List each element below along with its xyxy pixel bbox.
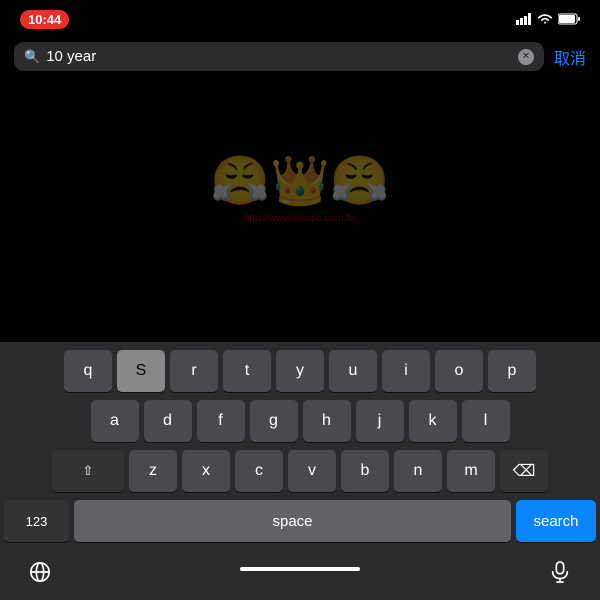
clear-button[interactable]: ✕: [518, 49, 534, 65]
key-n[interactable]: n: [394, 450, 442, 492]
space-key[interactable]: space: [74, 500, 511, 542]
key-z[interactable]: z: [129, 450, 177, 492]
key-o[interactable]: o: [435, 350, 483, 392]
battery-icon: [558, 13, 580, 25]
status-icons: [516, 13, 580, 25]
keyboard-row-4: 123 space search: [4, 500, 596, 542]
search-icon: 🔍: [24, 49, 40, 65]
num-key[interactable]: 123: [4, 500, 69, 542]
search-input-container[interactable]: 🔍 10 year ✕: [14, 42, 544, 71]
key-q[interactable]: q: [64, 350, 112, 392]
key-f[interactable]: f: [197, 400, 245, 442]
keyboard-row-1: q S r t y u i o p: [4, 350, 596, 392]
status-time: 10:44: [20, 10, 69, 29]
globe-key[interactable]: [20, 554, 60, 590]
key-k[interactable]: k: [409, 400, 457, 442]
key-c[interactable]: c: [235, 450, 283, 492]
delete-key[interactable]: ⌫: [500, 450, 548, 492]
keyboard-bottom-row: [4, 550, 596, 600]
key-m[interactable]: m: [447, 450, 495, 492]
key-d[interactable]: d: [144, 400, 192, 442]
key-t[interactable]: t: [223, 350, 271, 392]
watermark-url: http://www.losapc.com.tw: [210, 213, 389, 224]
wifi-icon: [537, 13, 553, 25]
key-i[interactable]: i: [382, 350, 430, 392]
key-a[interactable]: a: [91, 400, 139, 442]
key-s[interactable]: S: [117, 350, 165, 392]
content-area: 😤👑😤 http://www.losapc.com.tw: [0, 77, 600, 299]
mic-key[interactable]: [540, 554, 580, 590]
home-indicator: [240, 567, 360, 571]
key-g[interactable]: g: [250, 400, 298, 442]
status-bar: 10:44: [0, 0, 600, 36]
search-bar-row: 🔍 10 year ✕ 取消: [0, 36, 600, 77]
key-p[interactable]: p: [488, 350, 536, 392]
key-r[interactable]: r: [170, 350, 218, 392]
key-y[interactable]: y: [276, 350, 324, 392]
shift-key[interactable]: ⇧: [52, 450, 124, 492]
keyboard-row-2: a d f g h j k l: [4, 400, 596, 442]
key-h[interactable]: h: [303, 400, 351, 442]
search-key[interactable]: search: [516, 500, 596, 542]
keyboard: q S r t y u i o p a d f g h j k l ⇧ z x …: [0, 342, 600, 600]
key-v[interactable]: v: [288, 450, 336, 492]
globe-icon: [29, 561, 51, 583]
key-x[interactable]: x: [182, 450, 230, 492]
cancel-button[interactable]: 取消: [554, 45, 586, 69]
key-u[interactable]: u: [329, 350, 377, 392]
watermark-emoji: 😤👑😤: [210, 152, 389, 209]
keyboard-row-3: ⇧ z x c v b n m ⌫: [4, 450, 596, 492]
signal-icon: [516, 13, 532, 25]
key-j[interactable]: j: [356, 400, 404, 442]
watermark: 😤👑😤 http://www.losapc.com.tw: [210, 152, 389, 224]
clear-icon: ✕: [522, 52, 530, 62]
search-input[interactable]: 10 year: [46, 48, 512, 65]
key-b[interactable]: b: [341, 450, 389, 492]
key-l[interactable]: l: [462, 400, 510, 442]
mic-icon: [551, 561, 569, 583]
